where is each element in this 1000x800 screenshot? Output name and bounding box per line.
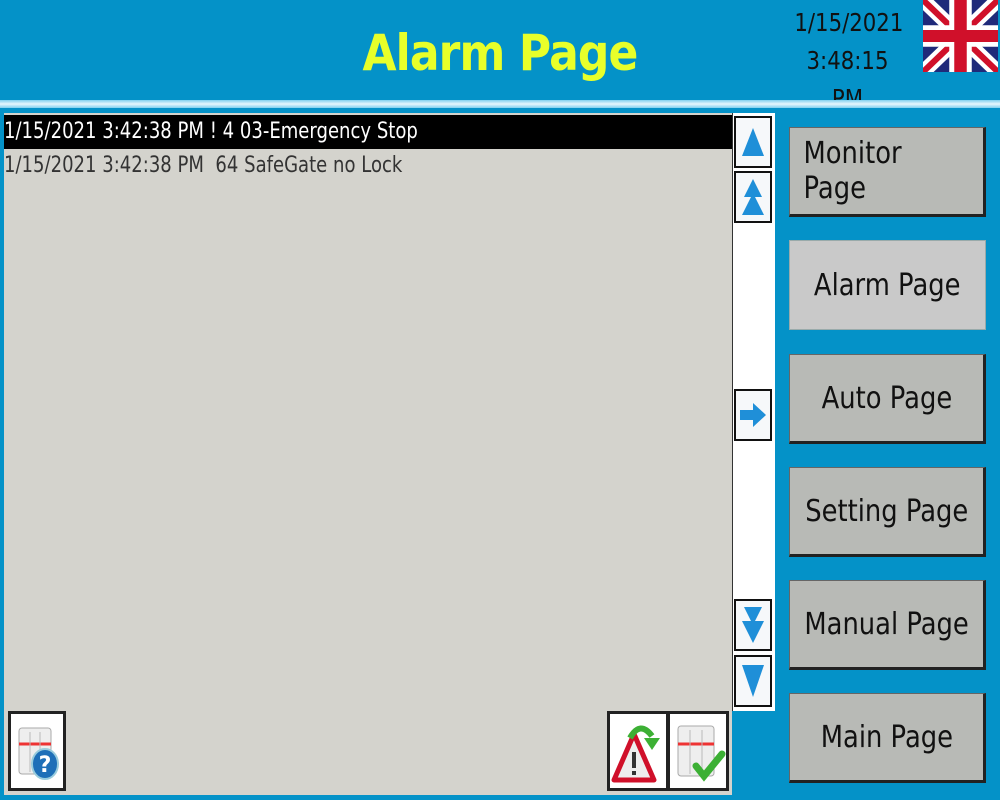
nav-main-page-button[interactable]: Main Page xyxy=(789,693,986,783)
header-separator xyxy=(0,100,1000,108)
alarm-help-button[interactable]: ? xyxy=(8,711,66,791)
alarm-acknowledge-button[interactable] xyxy=(607,711,669,791)
alarm-help-icon: ? xyxy=(18,727,59,780)
nav-manual-page-button[interactable]: Manual Page xyxy=(789,580,986,670)
nav-auto-page-button[interactable]: Auto Page xyxy=(789,354,986,444)
scroll-right-button[interactable] xyxy=(734,389,772,441)
uk-flag-icon[interactable] xyxy=(923,0,998,72)
page-up-button[interactable] xyxy=(734,171,772,223)
scroll-down-icon xyxy=(742,665,764,697)
alarm-row[interactable]: 1/15/2021 3:42:38 PM ! 4 03-Emergency St… xyxy=(4,115,732,149)
page-down-button[interactable] xyxy=(734,599,772,651)
alarm-table-confirm-icon xyxy=(677,725,726,782)
scroll-down-button[interactable] xyxy=(734,655,772,707)
alarm-list-scrollbar[interactable] xyxy=(732,113,775,711)
page-up-icon xyxy=(742,179,764,215)
scroll-up-icon xyxy=(742,128,764,156)
nav-setting-page-button[interactable]: Setting Page xyxy=(789,467,986,557)
header: Alarm Page 1/15/2021 3:48:15 PM xyxy=(0,0,1000,113)
alarm-acknowledge-icon xyxy=(611,725,660,783)
alarm-list[interactable]: 1/15/2021 3:42:38 PM ! 4 03-Emergency St… xyxy=(4,113,732,795)
nav-monitor-page-button[interactable]: Monitor Page xyxy=(789,127,986,217)
alarm-confirm-button[interactable] xyxy=(667,711,729,791)
nav-alarm-page-button[interactable]: Alarm Page xyxy=(789,240,986,330)
scroll-up-button[interactable] xyxy=(734,116,772,168)
scroll-right-icon xyxy=(740,403,766,427)
svg-text:?: ? xyxy=(39,753,52,778)
page-down-icon xyxy=(742,607,764,643)
date-label: 1/15/2021 xyxy=(794,8,904,37)
alarm-row[interactable]: 1/15/2021 3:42:38 PM 64 SafeGate no Lock xyxy=(4,149,732,183)
